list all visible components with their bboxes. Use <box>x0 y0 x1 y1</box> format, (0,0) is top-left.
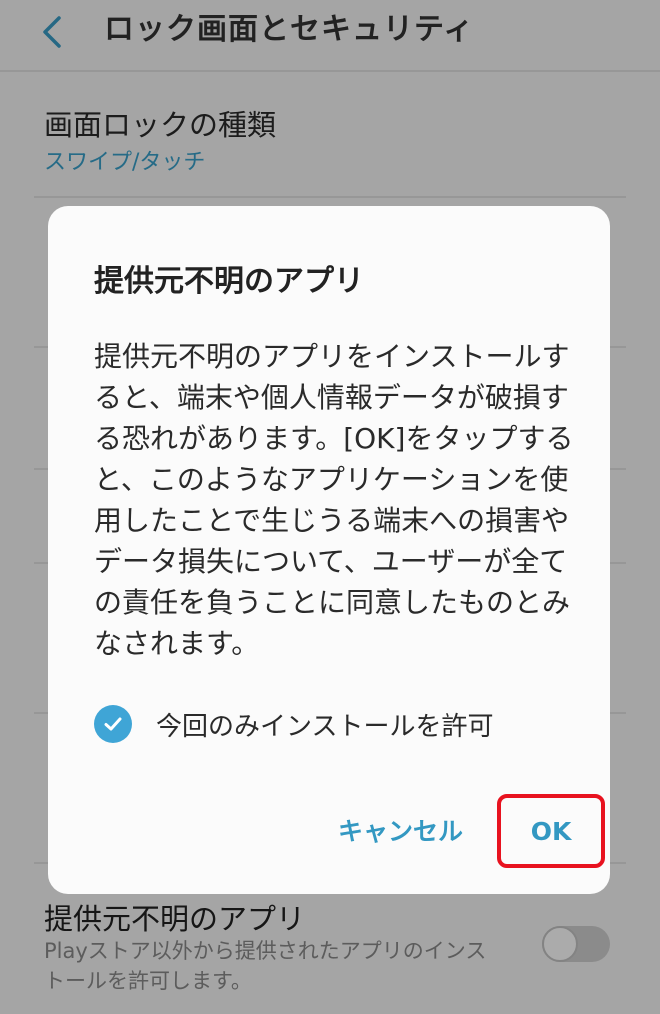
dialog-title: 提供元不明のアプリ <box>94 264 364 299</box>
allow-once-label: 今回のみインストールを許可 <box>156 711 494 742</box>
allow-once-checkbox[interactable]: 今回のみインストールを許可 <box>94 702 493 746</box>
settings-screen: ロック画面とセキュリティ 画面ロックの種類 スワイプ/タッチ 提供元不明のアプリ… <box>0 0 660 1014</box>
ok-button[interactable]: OK <box>497 794 605 868</box>
ok-button-label: OK <box>530 816 572 846</box>
checkmark-icon <box>104 717 122 731</box>
unknown-apps-dialog: 提供元不明のアプリ 提供元不明のアプリをインストールすると、端末や個人情報データ… <box>48 206 610 894</box>
dialog-message: 提供元不明のアプリをインストールすると、端末や個人情報データが破損する恐れがあり… <box>94 340 574 660</box>
cancel-button[interactable]: キャンセル <box>338 812 463 848</box>
checkbox-checked-icon <box>94 705 132 743</box>
